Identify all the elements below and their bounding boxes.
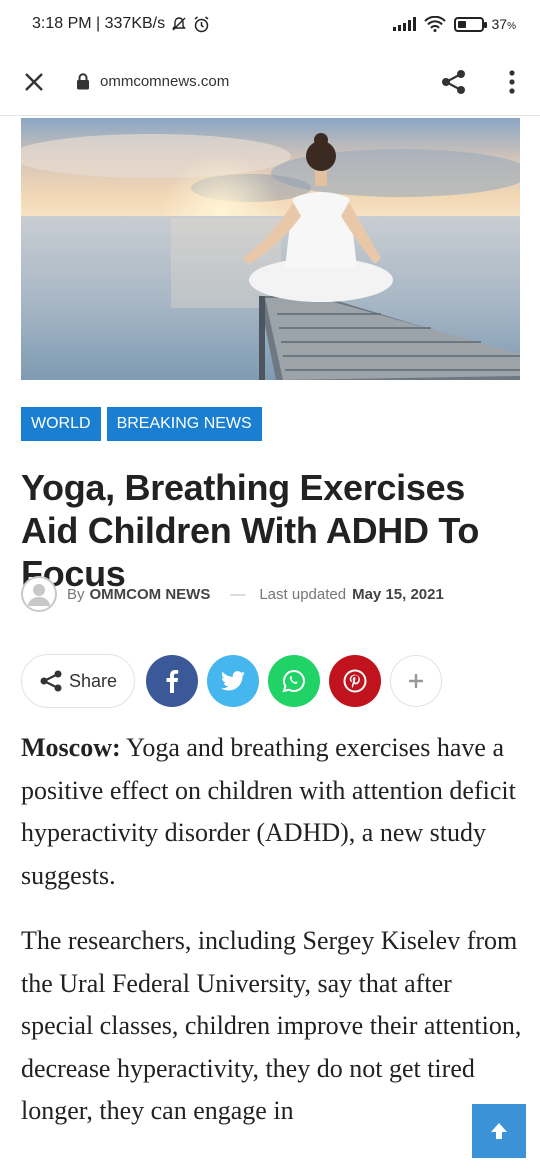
url-bar[interactable]: ommcomnews.com — [76, 73, 436, 90]
category-tags: WORLD BREAKING NEWS — [21, 407, 262, 441]
article-paragraph: Moscow: Yoga and breathing exercises hav… — [21, 727, 526, 897]
share-icon — [442, 69, 465, 94]
tag-breaking-news[interactable]: BREAKING NEWS — [106, 407, 262, 441]
close-button[interactable] — [18, 66, 50, 98]
status-left: 3:18 PM | 337KB/s — [32, 15, 210, 33]
share-label: Share — [68, 670, 118, 691]
browser-menu-button[interactable] — [502, 64, 522, 100]
plus-icon — [409, 674, 423, 688]
battery-icon — [453, 16, 487, 32]
close-icon — [25, 72, 43, 91]
status-right: 37% — [392, 16, 516, 32]
browser-toolbar: ommcomnews.com — [0, 48, 540, 116]
author-name[interactable]: OMMCOM NEWS — [90, 586, 211, 603]
twitter-icon — [221, 671, 245, 691]
share-button[interactable]: Share — [21, 654, 135, 708]
share-row: Share — [21, 654, 442, 708]
battery-percent: 37% — [491, 16, 516, 32]
twitter-share-button[interactable] — [207, 655, 259, 707]
whatsapp-icon — [282, 669, 305, 693]
back-to-top-button[interactable] — [472, 1104, 526, 1158]
status-time: 3:18 PM | 337KB/s — [32, 15, 166, 32]
mute-bell-icon — [172, 17, 187, 31]
more-share-button[interactable] — [390, 655, 442, 707]
browser-share-button[interactable] — [436, 64, 472, 100]
alarm-icon — [194, 15, 209, 32]
pinterest-icon — [343, 669, 367, 693]
signal-icon — [392, 17, 416, 31]
user-avatar-icon — [21, 576, 57, 612]
wifi-icon — [423, 16, 446, 32]
dateline: Moscow: — [21, 733, 121, 762]
updated-label: Last updated — [259, 585, 347, 603]
by-label: By — [67, 585, 85, 603]
tag-world[interactable]: WORLD — [21, 407, 101, 441]
lock-icon — [77, 73, 89, 90]
article-meta: By OMMCOM NEWS — Last updated May 15, 20… — [21, 576, 444, 612]
meta-separator: — — [230, 585, 246, 603]
whatsapp-share-button[interactable] — [268, 655, 320, 707]
arrow-up-icon — [491, 1123, 507, 1139]
author-avatar[interactable] — [21, 576, 57, 612]
share-icon — [40, 670, 62, 692]
more-vert-icon — [509, 69, 515, 94]
article-paragraph: The researchers, including Sergey Kisele… — [21, 926, 522, 1125]
url-text: ommcomnews.com — [100, 73, 230, 90]
facebook-icon — [166, 670, 179, 693]
status-bar: 3:18 PM | 337KB/s 37% — [0, 0, 540, 48]
pinterest-share-button[interactable] — [329, 655, 381, 707]
yoga-photo — [21, 118, 520, 380]
updated-date: May 15, 2021 — [352, 585, 444, 603]
article-body: Moscow: Yoga and breathing exercises hav… — [21, 727, 526, 1156]
facebook-share-button[interactable] — [146, 655, 198, 707]
hero-image[interactable] — [21, 118, 520, 380]
